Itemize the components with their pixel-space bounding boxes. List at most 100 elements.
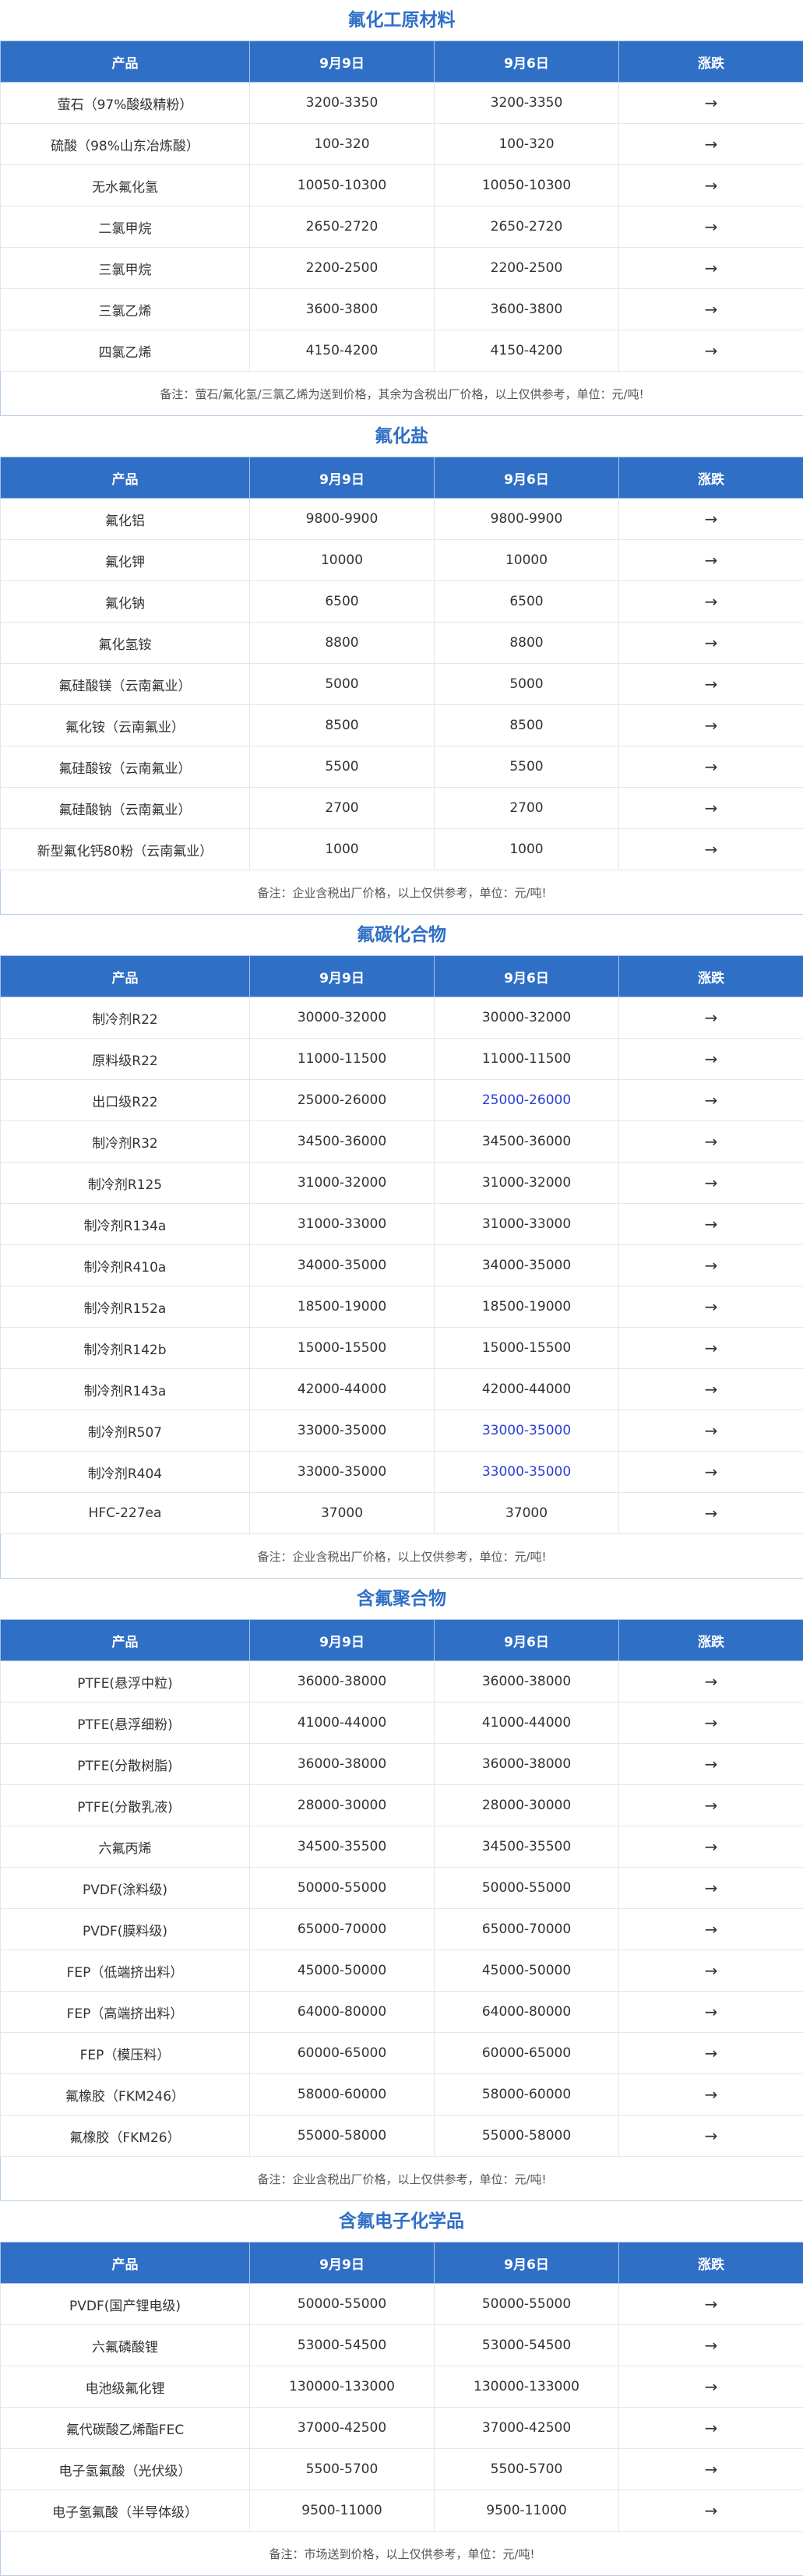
product-name-cell: 氟硅酸铵（云南氟业） [1, 746, 250, 788]
section-note: 备注：企业含税出厂价格，以上仅供参考，单位：元/吨! [1, 1534, 803, 1579]
price-date-1-cell: 50000-55000 [250, 2284, 435, 2325]
price-date-1-cell: 8800 [250, 623, 435, 664]
price-date-1-cell: 8500 [250, 705, 435, 746]
product-name-cell: 二氯甲烷 [1, 206, 250, 248]
change-cell: → [619, 1493, 803, 1534]
price-date-2-cell: 36000-38000 [435, 1744, 619, 1785]
product-name-cell: FEP（低端挤出料） [1, 1950, 250, 1992]
change-cell: → [619, 1950, 803, 1992]
price-date-1-cell: 100-320 [250, 124, 435, 165]
change-cell: → [619, 2490, 803, 2532]
price-date-1-cell: 37000-42500 [250, 2408, 435, 2449]
price-date-1-cell: 25000-26000 [250, 1080, 435, 1121]
header-date-1: 9月9日 [250, 1620, 435, 1661]
product-name-cell: 氟化钠 [1, 581, 250, 623]
price-date-2-cell: 2200-2500 [435, 248, 619, 289]
price-date-2-cell: 37000-42500 [435, 2408, 619, 2449]
table-row: 氟硅酸铵（云南氟业）55005500→ [1, 746, 803, 788]
price-date-2-cell: 50000-55000 [435, 2284, 619, 2325]
price-date-2-cell: 2650-2720 [435, 206, 619, 248]
price-date-2-cell: 15000-15500 [435, 1328, 619, 1369]
price-date-2-cell: 34500-35500 [435, 1826, 619, 1868]
header-row: 产品9月9日9月6日涨跌 [1, 41, 803, 83]
product-name-cell: 制冷剂R134a [1, 1204, 250, 1245]
change-cell: → [619, 330, 803, 372]
price-date-2-cell: 60000-65000 [435, 2033, 619, 2074]
table-row: 制冷剂R143a42000-4400042000-44000→ [1, 1369, 803, 1410]
change-cell: → [619, 2325, 803, 2366]
change-cell: → [619, 1744, 803, 1785]
change-cell: → [619, 1992, 803, 2033]
price-table: 产品9月9日9月6日涨跌萤石（97%酸级精粉）3200-33503200-335… [0, 41, 803, 416]
product-name-cell: 六氟磷酸锂 [1, 2325, 250, 2366]
change-cell: → [619, 2284, 803, 2325]
product-name-cell: 制冷剂R125 [1, 1163, 250, 1204]
change-cell: → [619, 1369, 803, 1410]
change-cell: → [619, 705, 803, 746]
price-date-1-cell: 3600-3800 [250, 289, 435, 330]
table-row: 原料级R2211000-1150011000-11500→ [1, 1039, 803, 1080]
header-row: 产品9月9日9月6日涨跌 [1, 457, 803, 499]
price-date-2-cell: 28000-30000 [435, 1785, 619, 1826]
product-name-cell: PVDF(涂料级) [1, 1868, 250, 1909]
price-date-2-cell: 50000-55000 [435, 1868, 619, 1909]
change-cell: → [619, 165, 803, 206]
price-date-2-cell: 53000-54500 [435, 2325, 619, 2366]
price-date-2-cell: 55000-58000 [435, 2115, 619, 2157]
price-date-2-cell: 34500-36000 [435, 1121, 619, 1163]
price-date-1-cell: 2200-2500 [250, 248, 435, 289]
price-date-2-cell: 36000-38000 [435, 1661, 619, 1703]
change-cell: → [619, 623, 803, 664]
price-date-2-cell: 3200-3350 [435, 83, 619, 124]
table-row: 制冷剂R12531000-3200031000-32000→ [1, 1163, 803, 1204]
price-date-1-cell: 2700 [250, 788, 435, 829]
price-date-1-cell: 5500 [250, 746, 435, 788]
price-section: 氟碳化合物产品9月9日9月6日涨跌制冷剂R2230000-3200030000-… [0, 915, 803, 1579]
note-row: 备注：市场送到价格，以上仅供参考，单位：元/吨! [1, 2532, 803, 2576]
price-section: 含氟聚合物产品9月9日9月6日涨跌PTFE(悬浮中粒)36000-3800036… [0, 1579, 803, 2201]
price-date-2-cell: 6500 [435, 581, 619, 623]
table-row: PVDF(膜料级)65000-7000065000-70000→ [1, 1909, 803, 1950]
change-cell: → [619, 1080, 803, 1121]
product-name-cell: 氟化铝 [1, 499, 250, 540]
price-date-1-cell: 33000-35000 [250, 1452, 435, 1493]
header-change: 涨跌 [619, 41, 803, 83]
table-row: PVDF(国产锂电级)50000-5500050000-55000→ [1, 2284, 803, 2325]
header-change: 涨跌 [619, 2243, 803, 2284]
header-change: 涨跌 [619, 457, 803, 499]
table-row: 氟化铵（云南氟业）85008500→ [1, 705, 803, 746]
product-name-cell: 出口级R22 [1, 1080, 250, 1121]
change-cell: → [619, 581, 803, 623]
table-row: 硫酸（98%山东冶炼酸）100-320100-320→ [1, 124, 803, 165]
change-cell: → [619, 1204, 803, 1245]
price-date-1-cell: 1000 [250, 829, 435, 870]
change-cell: → [619, 2074, 803, 2115]
section-note: 备注：市场送到价格，以上仅供参考，单位：元/吨! [1, 2532, 803, 2576]
table-row: 氟橡胶（FKM246）58000-6000058000-60000→ [1, 2074, 803, 2115]
header-product: 产品 [1, 1620, 250, 1661]
section-title: 氟碳化合物 [0, 915, 803, 955]
price-date-2-cell: 10000 [435, 540, 619, 581]
change-cell: → [619, 997, 803, 1039]
header-product: 产品 [1, 2243, 250, 2284]
change-cell: → [619, 1826, 803, 1868]
table-row: 氟化氢铵88008800→ [1, 623, 803, 664]
price-date-2-cell: 130000-133000 [435, 2366, 619, 2408]
change-cell: → [619, 124, 803, 165]
change-cell: → [619, 540, 803, 581]
change-cell: → [619, 1410, 803, 1452]
product-name-cell: 氟代碳酸乙烯酯FEC [1, 2408, 250, 2449]
table-row: 三氯甲烷2200-25002200-2500→ [1, 248, 803, 289]
price-date-2-cell: 31000-33000 [435, 1204, 619, 1245]
product-name-cell: 四氯乙烯 [1, 330, 250, 372]
table-row: 四氯乙烯4150-42004150-4200→ [1, 330, 803, 372]
price-date-2-cell: 33000-35000 [435, 1452, 619, 1493]
price-date-1-cell: 41000-44000 [250, 1703, 435, 1744]
product-name-cell: 制冷剂R32 [1, 1121, 250, 1163]
price-date-2-cell: 64000-80000 [435, 1992, 619, 2033]
price-date-2-cell: 8800 [435, 623, 619, 664]
price-table: 产品9月9日9月6日涨跌PVDF(国产锂电级)50000-5500050000-… [0, 2242, 803, 2576]
table-row: 氟化钠65006500→ [1, 581, 803, 623]
price-date-1-cell: 53000-54500 [250, 2325, 435, 2366]
header-change: 涨跌 [619, 1620, 803, 1661]
